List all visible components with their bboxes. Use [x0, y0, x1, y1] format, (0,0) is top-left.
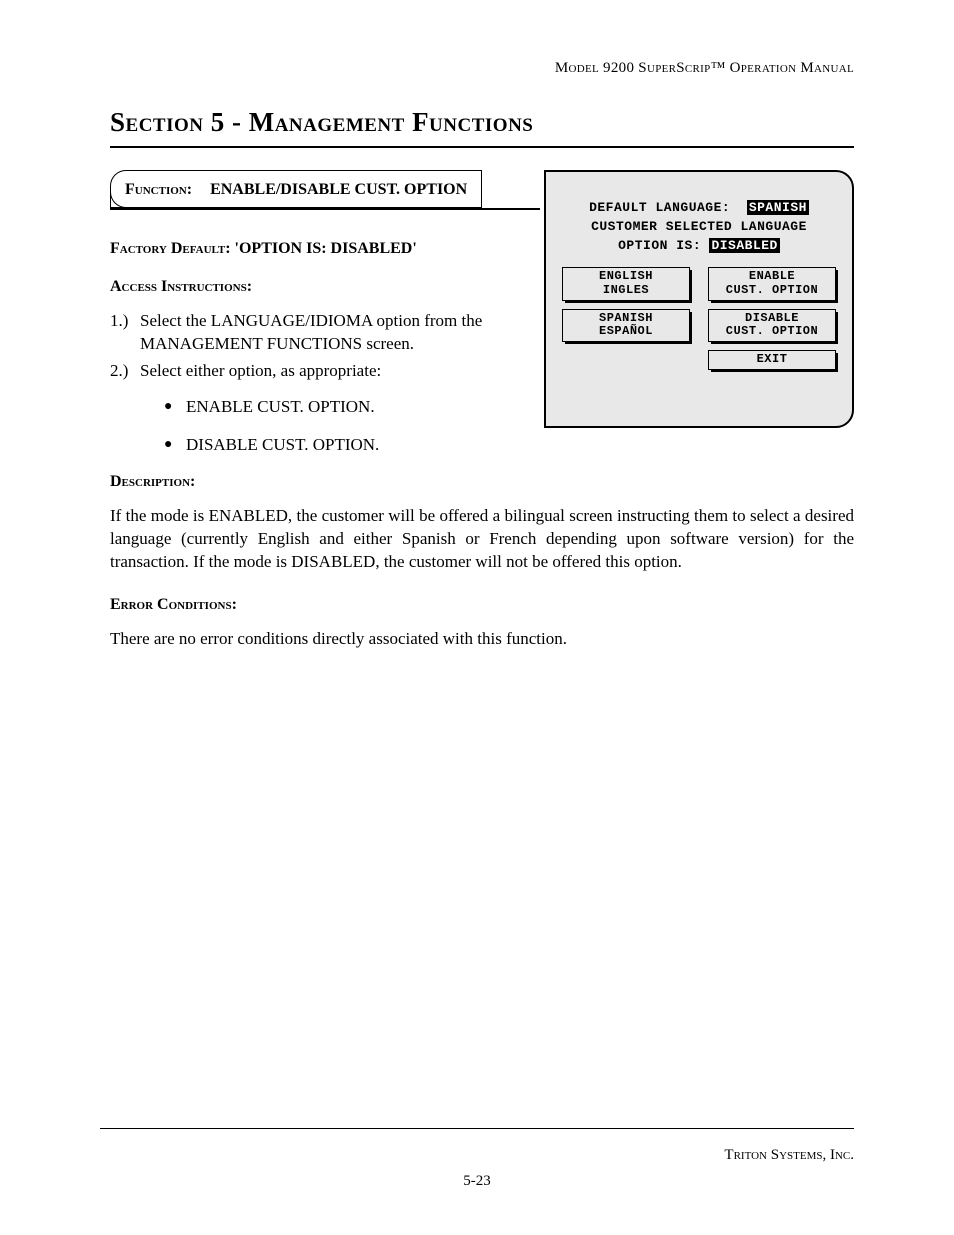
footer-divider [100, 1128, 854, 1129]
error-conditions-text: There are no error conditions directly a… [110, 628, 854, 651]
spanish-button[interactable]: SPANISH ESPAÑOL [562, 309, 690, 343]
function-underline [110, 208, 540, 210]
access-step: 1.) Select the LANGUAGE/IDIOMA option fr… [110, 310, 518, 356]
factory-default-line: Factory Default: 'OPTION IS: DISABLED' [110, 240, 518, 258]
factory-default-value: 'OPTION IS: DISABLED' [235, 240, 417, 257]
bullet-item: ● DISABLE CUST. OPTION. [164, 435, 854, 455]
page: Model 9200 SuperScrip™ Operation Manual … [0, 0, 954, 1235]
terminal-row: EXIT [562, 350, 836, 370]
function-box: Function: ENABLE/DISABLE CUST. OPTION [110, 170, 482, 208]
bullet-icon: ● [164, 435, 186, 455]
button-line1: ENABLE [711, 270, 833, 284]
page-number: 5-23 [100, 1173, 854, 1190]
enable-cust-option-button[interactable]: ENABLE CUST. OPTION [708, 267, 836, 301]
function-box-wrap: Function: ENABLE/DISABLE CUST. OPTION [110, 170, 854, 208]
disable-cust-option-button[interactable]: DISABLE CUST. OPTION [708, 309, 836, 343]
terminal-row: ENGLISH INGLES ENABLE CUST. OPTION [562, 267, 836, 301]
step-number: 2.) [110, 360, 140, 383]
footer: Triton Systems, Inc. 5-23 [100, 1128, 854, 1175]
description-text: If the mode is ENABLED, the customer wil… [110, 505, 854, 574]
terminal-spacer [562, 350, 690, 370]
step-number: 1.) [110, 310, 140, 356]
button-line1: ENGLISH [565, 270, 687, 284]
button-line1: DISABLE [711, 312, 833, 326]
footer-row: Triton Systems, Inc. 5-23 [100, 1147, 854, 1175]
access-step: 2.) Select either option, as appropriate… [110, 360, 518, 383]
section-divider [110, 146, 854, 148]
access-heading: Access Instructions: [110, 278, 518, 296]
step-text: Select either option, as appropriate: [140, 360, 381, 383]
option-is-label: OPTION IS: [618, 238, 701, 253]
terminal-line-3: OPTION IS: DISABLED [562, 238, 836, 253]
terminal-row: SPANISH ESPAÑOL DISABLE CUST. OPTION [562, 309, 836, 343]
button-line2: ESPAÑOL [565, 325, 687, 339]
left-column: Factory Default: 'OPTION IS: DISABLED' A… [110, 240, 518, 383]
function-label: Function: [125, 181, 192, 198]
option-is-value: DISABLED [709, 238, 779, 253]
function-value: ENABLE/DISABLE CUST. OPTION [210, 181, 467, 198]
button-line2: CUST. OPTION [711, 325, 833, 339]
exit-button[interactable]: EXIT [708, 350, 836, 370]
terminal-buttons: ENGLISH INGLES ENABLE CUST. OPTION SPANI… [562, 267, 836, 370]
terminal-screen: DEFAULT LANGUAGE: SPANISH CUSTOMER SELEC… [544, 170, 854, 428]
english-button[interactable]: ENGLISH INGLES [562, 267, 690, 301]
access-steps: 1.) Select the LANGUAGE/IDIOMA option fr… [110, 310, 518, 383]
factory-default-label: Factory Default: [110, 240, 231, 257]
section-title: Section 5 - Management Functions [110, 107, 854, 138]
button-line2: CUST. OPTION [711, 284, 833, 298]
content-row: Function: ENABLE/DISABLE CUST. OPTION Fa… [110, 170, 854, 383]
footer-company: Triton Systems, Inc. [724, 1147, 854, 1164]
button-line2: INGLES [565, 284, 687, 298]
terminal-line-2: CUSTOMER SELECTED LANGUAGE [562, 219, 836, 234]
bullet-text: DISABLE CUST. OPTION. [186, 435, 379, 455]
header-right: Model 9200 SuperScrip™ Operation Manual [110, 60, 854, 77]
bullet-text: ENABLE CUST. OPTION. [186, 397, 375, 417]
description-heading: Description: [110, 473, 854, 491]
button-line1: EXIT [711, 353, 833, 367]
error-conditions-heading: Error Conditions: [110, 596, 854, 614]
step-text: Select the LANGUAGE/IDIOMA option from t… [140, 310, 518, 356]
bullet-icon: ● [164, 397, 186, 417]
